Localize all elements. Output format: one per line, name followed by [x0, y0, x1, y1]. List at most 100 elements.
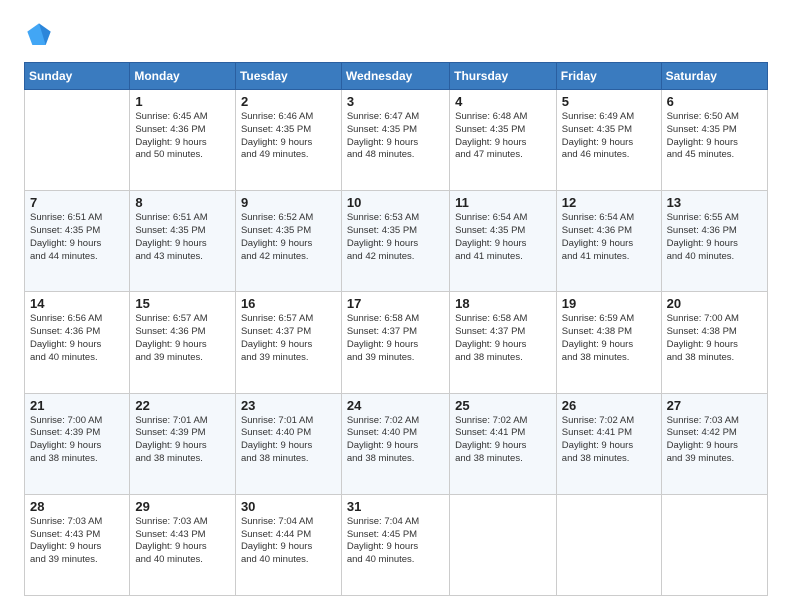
day-cell: 28Sunrise: 7:03 AM Sunset: 4:43 PM Dayli… [25, 494, 130, 595]
day-cell: 26 Sunrise: 7:02 AM Sunset: 4:41 PM Dayli… [556, 393, 661, 494]
day-cell: 12 Sunrise: 6:54 AM Sunset: 4:36 PM Dayli… [556, 191, 661, 292]
day-number: 24 [347, 398, 444, 413]
day-info: Sunrise: 6:54 AM Sunset: 4:35 PM Dayligh… [455, 212, 551, 263]
day-info: Sunrise: 7:04 AM Sunset: 4:45 PM Dayligh… [347, 516, 444, 567]
day-cell: 14Sunrise: 6:56 AM Sunset: 4:36 PM Dayli… [25, 292, 130, 393]
day-info: Sunrise: 7:04 AM Sunset: 4:44 PM Dayligh… [241, 516, 336, 567]
day-info: Sunrise: 7:01 AM Sunset: 4:40 PM Dayligh… [241, 415, 336, 466]
day-cell [25, 90, 130, 191]
day-cell: 31 Sunrise: 7:04 AM Sunset: 4:45 PM Dayli… [341, 494, 449, 595]
day-number: 11 [455, 195, 551, 210]
day-info: Sunrise: 7:03 AM Sunset: 4:43 PM Dayligh… [30, 516, 124, 567]
day-number: 29 [135, 499, 230, 514]
day-cell: 9Sunrise: 6:52 AM Sunset: 4:35 PM Daylig… [235, 191, 341, 292]
day-number: 16 [241, 296, 336, 311]
day-info: Sunrise: 7:03 AM Sunset: 4:43 PM Dayligh… [135, 516, 230, 567]
day-cell: 30 Sunrise: 7:04 AM Sunset: 4:44 PM Dayli… [235, 494, 341, 595]
day-number: 22 [135, 398, 230, 413]
day-info: Sunrise: 7:03 AM Sunset: 4:42 PM Dayligh… [667, 415, 762, 466]
day-cell: 15 Sunrise: 6:57 AM Sunset: 4:36 PM Dayli… [130, 292, 236, 393]
day-number: 20 [667, 296, 762, 311]
day-cell: 27 Sunrise: 7:03 AM Sunset: 4:42 PM Dayli… [661, 393, 767, 494]
day-cell: 23Sunrise: 7:01 AM Sunset: 4:40 PM Dayli… [235, 393, 341, 494]
week-row-3: 14Sunrise: 6:56 AM Sunset: 4:36 PM Dayli… [25, 292, 768, 393]
day-info: Sunrise: 6:51 AM Sunset: 4:35 PM Dayligh… [30, 212, 124, 263]
day-info: Sunrise: 6:59 AM Sunset: 4:38 PM Dayligh… [562, 313, 656, 364]
calendar: SundayMondayTuesdayWednesdayThursdayFrid… [24, 62, 768, 596]
week-row-4: 21 Sunrise: 7:00 AM Sunset: 4:39 PM Dayli… [25, 393, 768, 494]
day-info: Sunrise: 7:02 AM Sunset: 4:41 PM Dayligh… [562, 415, 656, 466]
day-cell: 1Sunrise: 6:45 AM Sunset: 4:36 PM Daylig… [130, 90, 236, 191]
header [24, 20, 768, 50]
day-number: 30 [241, 499, 336, 514]
col-header-thursday: Thursday [450, 63, 557, 90]
day-cell: 19Sunrise: 6:59 AM Sunset: 4:38 PM Dayli… [556, 292, 661, 393]
day-number: 12 [562, 195, 656, 210]
day-info: Sunrise: 6:55 AM Sunset: 4:36 PM Dayligh… [667, 212, 762, 263]
day-number: 2 [241, 94, 336, 109]
day-cell: 25Sunrise: 7:02 AM Sunset: 4:41 PM Dayli… [450, 393, 557, 494]
col-header-friday: Friday [556, 63, 661, 90]
day-number: 6 [667, 94, 762, 109]
day-info: Sunrise: 6:49 AM Sunset: 4:35 PM Dayligh… [562, 111, 656, 162]
day-cell: 2Sunrise: 6:46 AM Sunset: 4:35 PM Daylig… [235, 90, 341, 191]
day-number: 4 [455, 94, 551, 109]
day-cell: 17Sunrise: 6:58 AM Sunset: 4:37 PM Dayli… [341, 292, 449, 393]
day-number: 8 [135, 195, 230, 210]
day-cell: 6Sunrise: 6:50 AM Sunset: 4:35 PM Daylig… [661, 90, 767, 191]
col-header-monday: Monday [130, 63, 236, 90]
day-cell: 22 Sunrise: 7:01 AM Sunset: 4:39 PM Dayli… [130, 393, 236, 494]
day-cell: 10 Sunrise: 6:53 AM Sunset: 4:35 PM Dayli… [341, 191, 449, 292]
day-cell: 21 Sunrise: 7:00 AM Sunset: 4:39 PM Dayli… [25, 393, 130, 494]
day-info: Sunrise: 6:58 AM Sunset: 4:37 PM Dayligh… [347, 313, 444, 364]
day-number: 31 [347, 499, 444, 514]
day-cell: 13Sunrise: 6:55 AM Sunset: 4:36 PM Dayli… [661, 191, 767, 292]
day-cell: 11 Sunrise: 6:54 AM Sunset: 4:35 PM Dayli… [450, 191, 557, 292]
day-cell: 4 Sunrise: 6:48 AM Sunset: 4:35 PM Daylig… [450, 90, 557, 191]
day-info: Sunrise: 7:01 AM Sunset: 4:39 PM Dayligh… [135, 415, 230, 466]
day-number: 9 [241, 195, 336, 210]
day-info: Sunrise: 6:53 AM Sunset: 4:35 PM Dayligh… [347, 212, 444, 263]
day-number: 18 [455, 296, 551, 311]
col-header-tuesday: Tuesday [235, 63, 341, 90]
day-number: 3 [347, 94, 444, 109]
day-info: Sunrise: 6:47 AM Sunset: 4:35 PM Dayligh… [347, 111, 444, 162]
page: SundayMondayTuesdayWednesdayThursdayFrid… [0, 0, 792, 612]
day-number: 15 [135, 296, 230, 311]
calendar-header-row: SundayMondayTuesdayWednesdayThursdayFrid… [25, 63, 768, 90]
day-number: 5 [562, 94, 656, 109]
day-info: Sunrise: 7:02 AM Sunset: 4:41 PM Dayligh… [455, 415, 551, 466]
day-info: Sunrise: 6:48 AM Sunset: 4:35 PM Dayligh… [455, 111, 551, 162]
logo-icon [24, 20, 54, 50]
day-cell: 16 Sunrise: 6:57 AM Sunset: 4:37 PM Dayli… [235, 292, 341, 393]
day-info: Sunrise: 6:57 AM Sunset: 4:37 PM Dayligh… [241, 313, 336, 364]
day-number: 10 [347, 195, 444, 210]
logo [24, 20, 58, 50]
day-info: Sunrise: 6:57 AM Sunset: 4:36 PM Dayligh… [135, 313, 230, 364]
week-row-2: 7 Sunrise: 6:51 AM Sunset: 4:35 PM Daylig… [25, 191, 768, 292]
day-info: Sunrise: 6:54 AM Sunset: 4:36 PM Dayligh… [562, 212, 656, 263]
day-info: Sunrise: 6:45 AM Sunset: 4:36 PM Dayligh… [135, 111, 230, 162]
day-cell: 8 Sunrise: 6:51 AM Sunset: 4:35 PM Daylig… [130, 191, 236, 292]
day-cell [450, 494, 557, 595]
col-header-saturday: Saturday [661, 63, 767, 90]
day-info: Sunrise: 7:02 AM Sunset: 4:40 PM Dayligh… [347, 415, 444, 466]
day-cell: 18 Sunrise: 6:58 AM Sunset: 4:37 PM Dayli… [450, 292, 557, 393]
week-row-5: 28Sunrise: 7:03 AM Sunset: 4:43 PM Dayli… [25, 494, 768, 595]
day-info: Sunrise: 6:51 AM Sunset: 4:35 PM Dayligh… [135, 212, 230, 263]
day-cell: 5 Sunrise: 6:49 AM Sunset: 4:35 PM Daylig… [556, 90, 661, 191]
col-header-wednesday: Wednesday [341, 63, 449, 90]
day-info: Sunrise: 7:00 AM Sunset: 4:39 PM Dayligh… [30, 415, 124, 466]
day-cell: 7 Sunrise: 6:51 AM Sunset: 4:35 PM Daylig… [25, 191, 130, 292]
day-number: 21 [30, 398, 124, 413]
day-number: 27 [667, 398, 762, 413]
day-number: 7 [30, 195, 124, 210]
col-header-sunday: Sunday [25, 63, 130, 90]
day-cell: 20Sunrise: 7:00 AM Sunset: 4:38 PM Dayli… [661, 292, 767, 393]
day-info: Sunrise: 6:58 AM Sunset: 4:37 PM Dayligh… [455, 313, 551, 364]
day-number: 26 [562, 398, 656, 413]
day-info: Sunrise: 6:56 AM Sunset: 4:36 PM Dayligh… [30, 313, 124, 364]
day-cell: 3 Sunrise: 6:47 AM Sunset: 4:35 PM Daylig… [341, 90, 449, 191]
week-row-1: 1Sunrise: 6:45 AM Sunset: 4:36 PM Daylig… [25, 90, 768, 191]
day-cell [556, 494, 661, 595]
